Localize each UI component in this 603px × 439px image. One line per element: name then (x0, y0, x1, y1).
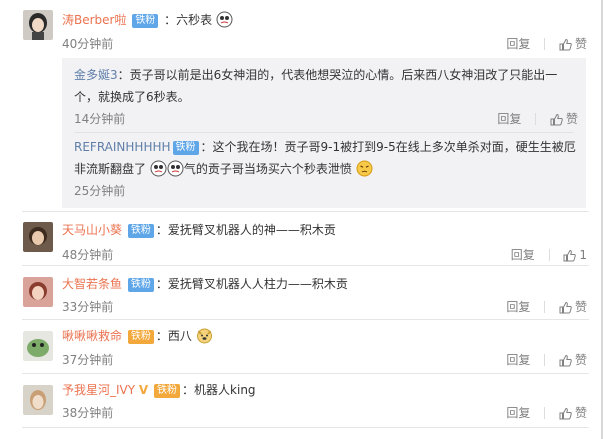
reply-username[interactable]: REFRAINHHHHH (74, 140, 171, 154)
face-emoji-icon (216, 11, 233, 28)
verified-v-icon: V (138, 383, 149, 397)
action-divider (544, 301, 546, 313)
avatar[interactable] (23, 10, 53, 40)
like-count: 1 (579, 248, 587, 262)
reply-button[interactable]: 回复 (506, 37, 530, 51)
like-button[interactable]: 赞 (559, 37, 587, 51)
angry-face-emoji-icon (356, 160, 373, 177)
like-button[interactable]: 赞 (559, 406, 587, 420)
avatar[interactable] (23, 222, 53, 252)
like-button[interactable]: 赞 (559, 353, 587, 367)
like-label: 赞 (574, 353, 587, 367)
like-label: 赞 (565, 112, 578, 126)
reply-time: 25分钟前 (74, 184, 126, 198)
comment-item: 予我星河_IVY V 铁粉 ：机器人king 38分钟前 回复 赞 (0, 374, 601, 427)
thumbs-up-icon (559, 354, 572, 367)
reply-text-line1: ：这个我在场！贡子哥9-1被打到9-5在线上多次单杀对面，硬生生被厄 (200, 140, 576, 154)
thumbs-up-icon (563, 249, 577, 262)
comment-item: 大智若条鱼 铁粉 ：爱抚臂叉机器人人柱力——积木贡 33分钟前 回复 赞 (0, 266, 601, 319)
comment-username[interactable]: 啾啾啾救命 (62, 329, 122, 343)
like-button[interactable]: 赞 (559, 300, 587, 314)
fan-badge[interactable]: 铁粉 (127, 330, 154, 344)
reply-button[interactable]: 回复 (506, 300, 530, 314)
action-divider (535, 113, 537, 125)
comment-item: 涛Berber啦 铁粉 ：六秒表 40分钟前 回复 赞 金多娫3：贡子哥以前是出… (0, 0, 601, 225)
comment-time: 37分钟前 (62, 353, 114, 367)
comment-time: 33分钟前 (62, 300, 114, 314)
comment-divider (22, 427, 589, 428)
comment-text: ：六秒表 (164, 13, 213, 27)
face-emoji-icon (167, 160, 184, 177)
avatar[interactable] (23, 385, 53, 415)
fan-badge[interactable]: 铁粉 (127, 278, 154, 292)
thumbs-up-icon (559, 38, 572, 51)
reply-item: REFRAINHHHHH 铁粉 ：这个我在场！贡子哥9-1被打到9-5在线上多次单杀… (74, 136, 582, 202)
reply-button[interactable]: 回复 (497, 112, 521, 126)
action-divider (544, 38, 546, 50)
reply-item: 金多娫3：贡子哥以前是出6女神泪的，代表他想哭泣的心情。后来西八女神泪改了只能出… (74, 64, 582, 130)
like-button[interactable]: 赞 (550, 112, 578, 126)
face-emoji-icon (150, 160, 167, 177)
thumbs-up-icon (559, 301, 572, 314)
comment-text: ：机器人king (182, 383, 256, 397)
reply-button[interactable]: 回复 (506, 406, 530, 420)
comment-username[interactable]: 天马山小葵 (62, 223, 122, 237)
comment-time: 38分钟前 (62, 406, 114, 420)
reply-list: 金多娫3：贡子哥以前是出6女神泪的，代表他想哭泣的心情。后来西八女神泪改了只能出… (62, 58, 586, 208)
like-label: 赞 (574, 300, 587, 314)
reply-button[interactable]: 回复 (506, 353, 530, 367)
comment-text: ：爱抚臂叉机器人人柱力——积木贡 (155, 277, 348, 291)
action-divider (544, 354, 546, 366)
like-label: 赞 (574, 406, 587, 420)
action-divider (548, 249, 550, 261)
comment-item: 天马山小葵 铁粉 ：爱抚臂叉机器人的神——积木贡 48分钟前 回复 1 (0, 212, 601, 265)
comment-time: 48分钟前 (62, 248, 114, 262)
reply-username[interactable]: 金多娫3 (74, 68, 118, 82)
reply-button[interactable]: 回复 (511, 248, 535, 262)
comment-username[interactable]: 涛Berber啦 (62, 13, 126, 27)
dog-face-emoji-icon (196, 327, 213, 344)
comment-time: 40分钟前 (62, 37, 114, 51)
action-divider (544, 407, 546, 419)
like-button[interactable]: 1 (563, 248, 587, 262)
reply-text-line2: 非流斯翻盘了 (74, 162, 147, 176)
avatar[interactable] (23, 277, 53, 307)
thumbs-up-icon (550, 113, 563, 126)
fan-badge[interactable]: 铁粉 (132, 14, 159, 28)
comment-text: ：爱抚臂叉机器人的神——积木贡 (155, 223, 336, 237)
comment-item: 啾啾啾救命 铁粉 ：西八 37分钟前 回复 赞 (0, 320, 601, 373)
reply-time: 14分钟前 (74, 112, 126, 126)
comment-username[interactable]: 大智若条鱼 (62, 277, 122, 291)
fan-badge[interactable]: 铁粉 (172, 141, 199, 155)
avatar[interactable] (23, 331, 53, 361)
fan-badge[interactable]: 铁粉 (127, 224, 154, 238)
reply-divider (74, 132, 574, 133)
fan-badge[interactable]: 铁粉 (154, 384, 181, 398)
comment-text: ：西八 (155, 329, 192, 343)
reply-text-line2b: 气的贡子哥当场买六个秒表泄愤 (183, 162, 352, 176)
like-label: 赞 (574, 37, 587, 51)
comment-username[interactable]: 予我星河_IVY (62, 383, 135, 397)
reply-text-line2: 个，就换成了6秒表。 (74, 90, 190, 104)
reply-text-line1: ：贡子哥以前是出6女神泪的，代表他想哭泣的心情。后来西八女神泪改了只能出一 (117, 68, 558, 82)
thumbs-up-icon (559, 407, 572, 420)
